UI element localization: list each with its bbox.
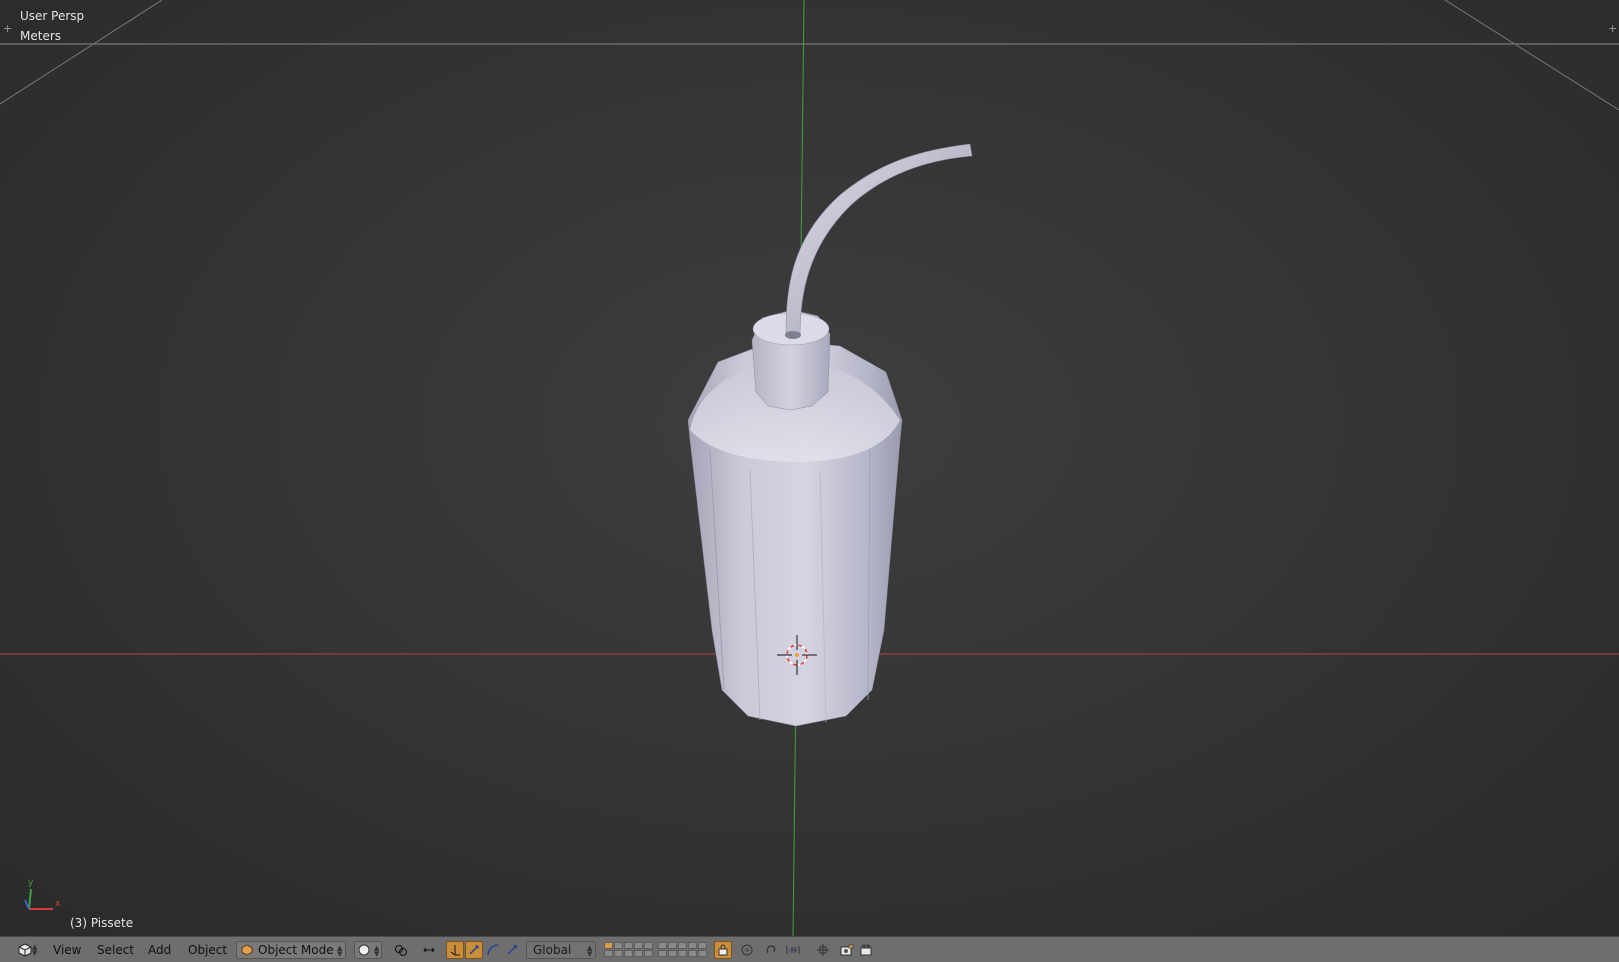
transform-extra-tool[interactable] bbox=[503, 941, 521, 959]
scale-tool[interactable] bbox=[484, 941, 502, 959]
layer-19[interactable] bbox=[688, 950, 697, 957]
layer-17[interactable] bbox=[668, 950, 677, 957]
manipulator-icon bbox=[423, 947, 435, 953]
view-name: User Persp bbox=[20, 9, 85, 23]
layer-14[interactable] bbox=[634, 950, 643, 957]
layer-8[interactable] bbox=[678, 942, 687, 949]
translate-tool[interactable] bbox=[446, 941, 464, 959]
object-info: (3) Pissete bbox=[70, 916, 134, 930]
layer-16[interactable] bbox=[658, 950, 667, 957]
layer-18[interactable] bbox=[678, 950, 687, 957]
layer-4[interactable] bbox=[634, 942, 643, 949]
layer-7[interactable] bbox=[668, 942, 677, 949]
layer-2[interactable] bbox=[614, 942, 623, 949]
proportional-edit-button[interactable] bbox=[738, 941, 756, 959]
viewport-shading-dropdown[interactable]: ▲ ▼ bbox=[354, 941, 382, 959]
snap-icon bbox=[766, 945, 776, 954]
layer-20[interactable] bbox=[698, 950, 707, 957]
3d-viewport[interactable]: + + User Persp Meters (3) Pissete y x bbox=[0, 0, 1619, 936]
rotate-icon bbox=[469, 945, 479, 955]
grid-line-right bbox=[1444, 0, 1619, 111]
snap-target-button[interactable] bbox=[814, 941, 832, 959]
translate-icon bbox=[450, 945, 460, 956]
menu-view[interactable]: View bbox=[53, 941, 81, 959]
layer-10[interactable] bbox=[698, 942, 707, 949]
layer-1[interactable] bbox=[604, 942, 613, 949]
layer-12[interactable] bbox=[614, 950, 623, 957]
pivot-point-icon bbox=[395, 945, 407, 956]
camera-button[interactable] bbox=[857, 941, 875, 959]
layers-grid-2[interactable] bbox=[658, 942, 707, 958]
snap-element-dropdown[interactable] bbox=[784, 941, 802, 959]
snap-toggle[interactable] bbox=[762, 941, 780, 959]
editor-type-button[interactable]: ▲ ▼ bbox=[12, 941, 38, 959]
layer-5[interactable] bbox=[644, 942, 653, 949]
transform-orientation-label: Global bbox=[533, 943, 572, 957]
lock-layers-button[interactable] bbox=[714, 941, 732, 959]
mode-label: Object Mode bbox=[258, 943, 334, 957]
axis-gizmo-y-label: y bbox=[28, 878, 34, 888]
layer-3[interactable] bbox=[624, 942, 633, 949]
object-mode-icon bbox=[241, 944, 253, 956]
snap-element-icon bbox=[786, 946, 800, 954]
pivot-point-button[interactable] bbox=[392, 941, 410, 959]
cube-editor-icon bbox=[18, 943, 32, 957]
layer-9[interactable] bbox=[688, 942, 697, 949]
mode-dropdown[interactable]: Object Mode ▲ ▼ bbox=[236, 941, 346, 959]
manipulator-toggle[interactable] bbox=[420, 941, 438, 959]
layer-6[interactable] bbox=[658, 942, 667, 949]
lock-layers-icon bbox=[718, 944, 728, 956]
scene-canvas bbox=[0, 0, 1619, 936]
area-split-left-icon[interactable]: + bbox=[3, 22, 12, 35]
proportional-edit-icon bbox=[741, 944, 753, 956]
menu-object[interactable]: Object bbox=[188, 941, 227, 959]
area-split-right-icon[interactable]: + bbox=[1608, 22, 1617, 35]
layers-grid-1[interactable] bbox=[604, 942, 653, 958]
units-label: Meters bbox=[20, 29, 62, 43]
scale-icon bbox=[487, 944, 499, 956]
menu-select[interactable]: Select bbox=[97, 941, 134, 959]
render-button[interactable] bbox=[838, 941, 856, 959]
snap-target-icon bbox=[817, 944, 829, 956]
transform-orientation-dropdown[interactable]: Global ▲ ▼ bbox=[526, 941, 596, 959]
layer-13[interactable] bbox=[624, 950, 633, 957]
axis-gizmo-icon bbox=[24, 888, 53, 910]
camera-icon bbox=[860, 944, 872, 956]
bottle-mesh bbox=[687, 143, 973, 727]
layer-15[interactable] bbox=[644, 950, 653, 957]
scale-arrow-icon bbox=[507, 945, 517, 955]
rotate-tool[interactable] bbox=[465, 941, 483, 959]
render-icon bbox=[840, 944, 854, 956]
axis-gizmo-x-label: x bbox=[55, 899, 61, 909]
layer-11[interactable] bbox=[604, 950, 613, 957]
solid-sphere-icon bbox=[358, 944, 370, 956]
3d-view-header: ▲ ▼ View Select Add Object Object Mode ▲ ▼… bbox=[0, 936, 1619, 962]
menu-add[interactable]: Add bbox=[148, 941, 171, 959]
